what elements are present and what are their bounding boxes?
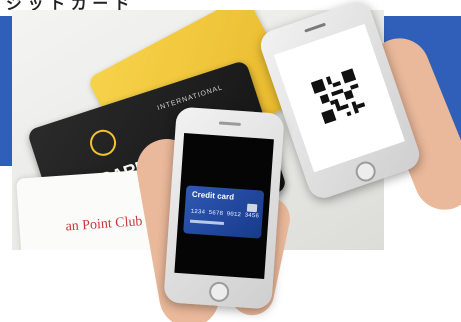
speaker-grille [218,121,241,126]
credit-card-title: Credit card [191,189,235,202]
phone-screen-card: Credit card 1234 5678 9012 3456 [174,133,274,279]
speaker-grille [304,22,326,33]
top-cropped-text: ジ ッ ト カ ー ド [0,0,461,10]
card-logo-circle [86,126,120,160]
phone-credit-card: Credit card 1234 5678 9012 3456 [163,106,285,310]
photo-stage: ジ ッ ト カ ー ド INTERNATIONAL EBIO CARD an P… [0,0,461,322]
qr-code-icon [310,68,367,125]
point-club-text: an Point Club [65,214,143,235]
credit-card-image: Credit card 1234 5678 9012 3456 [183,185,265,239]
home-button [208,281,230,303]
card-name-line [189,219,225,226]
home-button [352,158,379,185]
cropped-heading-text: ジ ッ ト カ ー ド [6,0,130,10]
